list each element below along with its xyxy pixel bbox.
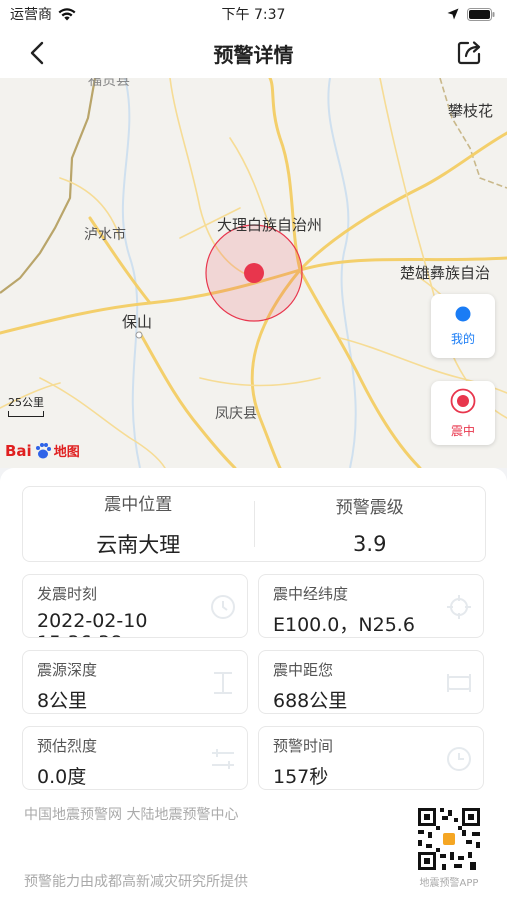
provider-text: 预警能力由成都高新减灾研究所提供 — [24, 874, 248, 890]
distance-label: 震中距您 — [273, 661, 334, 679]
back-button[interactable] — [22, 38, 52, 68]
time-value: 2022-02-10 15:36:38 — [37, 610, 148, 637]
warning-time-label: 预警时间 — [273, 737, 334, 755]
wifi-icon — [58, 7, 76, 20]
time-label: 发震时刻 — [37, 585, 98, 603]
epicenter-button[interactable]: 震中 — [431, 381, 495, 445]
map-label-dali: 大理白族自治州 — [217, 216, 323, 234]
map-label-lushui: 泸水市 — [84, 227, 126, 243]
depth-card: 震源深度 8公里 — [22, 650, 248, 714]
location-arrow-icon — [447, 8, 459, 20]
map-scale: 25公里 — [8, 394, 44, 417]
intensity-watermark-icon — [212, 749, 234, 769]
map-label-chuxiong: 楚雄彝族自治 — [400, 264, 491, 282]
my-location-button[interactable]: 我的 — [431, 294, 495, 358]
map-view[interactable]: 福贡县 攀枝花 大理白族自治州 泸水市 楚雄彝族自治 保山 凤庆县 我的 震中 … — [0, 78, 507, 468]
map-scale-label: 25公里 — [8, 396, 44, 409]
epicenter-target-icon — [450, 388, 476, 413]
depth-value: 8公里 — [37, 690, 88, 712]
nav-bar: 预警详情 — [0, 28, 507, 78]
distance-watermark-icon — [447, 674, 471, 692]
my-location-label: 我的 — [450, 331, 475, 346]
intensity-label: 预估烈度 — [37, 737, 98, 755]
baidu-paw-icon — [35, 442, 51, 458]
baidu-logo-map-text: 地图 — [53, 445, 80, 460]
clock-watermark-icon — [211, 595, 235, 619]
map-label-fengqing: 凤庆县 — [215, 406, 257, 422]
intensity-card: 预估烈度 0.0度 — [22, 726, 248, 790]
qr-label: 地震预警APP — [419, 878, 479, 889]
distance-value: 688公里 — [273, 690, 348, 712]
page-title: 预警详情 — [213, 42, 294, 67]
chevron-left-icon — [30, 41, 44, 65]
time-card: 发震时刻 2022-02-10 15:36:38 — [22, 574, 248, 638]
timer-watermark-icon — [447, 747, 471, 771]
qr-code[interactable] — [414, 804, 484, 874]
map-scale-bar — [8, 411, 44, 417]
coord-value: E100.0，N25.6 — [273, 614, 415, 636]
intensity-value: 0.0度 — [37, 766, 87, 788]
epicenter-label: 震中 — [450, 423, 475, 438]
warning-time-card: 预警时间 157秒 — [258, 726, 484, 790]
source-text: 中国地震预警网 大陆地震预警中心 — [24, 807, 239, 823]
map-label-top-cut: 福贡县 — [88, 78, 130, 89]
magnitude-label: 预警震级 — [335, 497, 404, 518]
status-bar: 运营商 下午 7:37 — [0, 0, 507, 28]
depth-label: 震源深度 — [37, 661, 98, 679]
crosshair-watermark-icon — [447, 595, 471, 619]
status-time: 下午 7:37 — [221, 7, 286, 23]
share-icon — [457, 41, 481, 65]
map-label-panzhihua: 攀枝花 — [448, 102, 494, 120]
summary-card: 震中位置 云南大理 预警震级 3.9 — [22, 486, 486, 562]
warning-time-value: 157秒 — [273, 766, 329, 788]
carrier-label: 运营商 — [10, 7, 52, 23]
distance-card: 震中距您 688公里 — [258, 650, 484, 714]
coord-card: 震中经纬度 E100.0，N25.6 — [258, 574, 484, 638]
battery-icon — [467, 7, 495, 21]
map-label-baoshan: 保山 — [122, 313, 153, 331]
location-label: 震中位置 — [104, 494, 173, 515]
share-button[interactable] — [453, 37, 485, 69]
baidu-logo-text: Bai — [5, 441, 32, 460]
detail-panel: 震中位置 云南大理 预警震级 3.9 发震时刻 2022-02-10 15:36… — [0, 468, 507, 900]
my-location-dot-icon — [455, 306, 471, 321]
coord-label: 震中经纬度 — [273, 585, 349, 603]
baidu-map-logo: Bai 地图 — [5, 441, 80, 461]
location-value: 云南大理 — [96, 532, 181, 557]
depth-watermark-icon — [214, 672, 232, 694]
magnitude-value: 3.9 — [353, 531, 387, 556]
